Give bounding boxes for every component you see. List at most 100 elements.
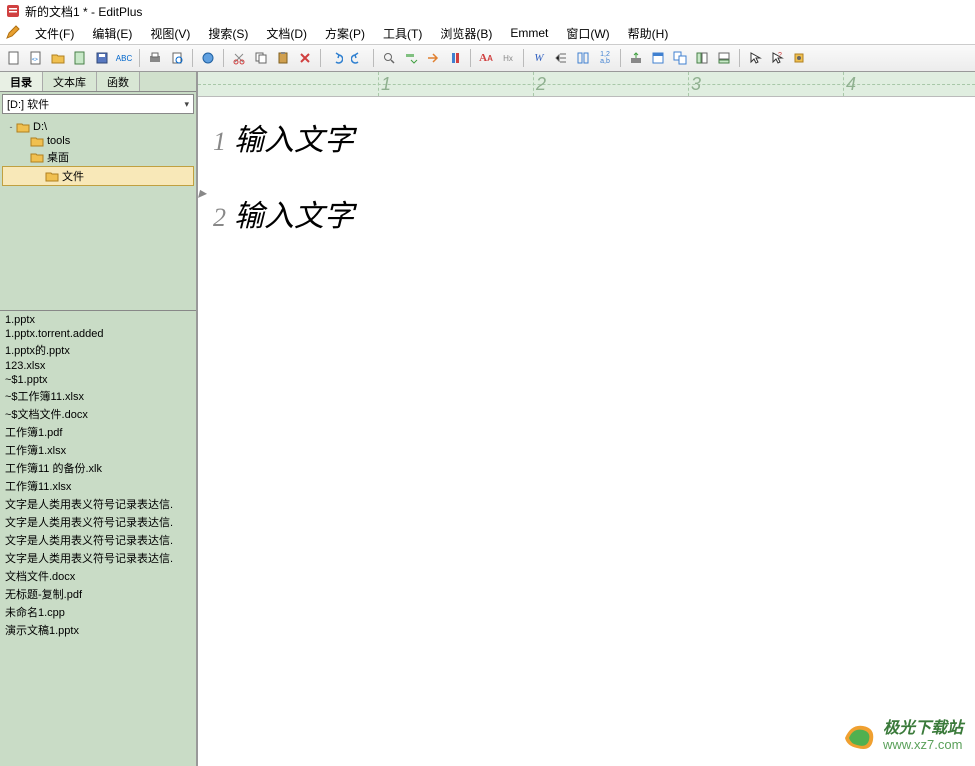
file-item[interactable]: 文字是人类用表义符号记录表达信. <box>2 495 194 513</box>
title-bar: 新的文档1 * - EditPlus <box>0 0 975 22</box>
file-list[interactable]: 1.pptx1.pptx.torrent.added1.pptx的.pptx12… <box>0 311 196 766</box>
line-text[interactable]: 输入文字 <box>234 191 354 235</box>
font-button[interactable]: AA <box>476 48 496 68</box>
menu-project[interactable]: 方案(P) <box>317 23 373 44</box>
editor-line[interactable]: 1输入文字 <box>198 115 975 159</box>
file-item[interactable]: 工作簿11 的备份.xlk <box>2 459 194 477</box>
file-item[interactable]: 无标题-复制.pdf <box>2 585 194 603</box>
file-item[interactable]: ~$文档文件.docx <box>2 405 194 423</box>
menu-view[interactable]: 视图(V) <box>142 23 198 44</box>
menu-emmet[interactable]: Emmet <box>502 24 556 42</box>
drive-selector[interactable]: [D:] 软件 ▾ <box>2 94 194 114</box>
ruler: 1 2 3 4 <box>198 72 975 97</box>
separator <box>739 49 740 67</box>
watermark: 极光下载站 www.xz7.com <box>841 718 963 754</box>
settings-button[interactable] <box>789 48 809 68</box>
tree-item[interactable]: 桌面 <box>2 148 194 166</box>
open-button[interactable] <box>48 48 68 68</box>
bookmark-button[interactable] <box>445 48 465 68</box>
tab-functions[interactable]: 函数 <box>97 72 140 91</box>
tree-item[interactable]: -D:\ <box>2 120 194 134</box>
print-button[interactable] <box>145 48 165 68</box>
new-button[interactable] <box>4 48 24 68</box>
file-item[interactable]: 1.pptx <box>2 313 194 327</box>
file-item[interactable]: ~$工作簿11.xlsx <box>2 387 194 405</box>
menu-browser[interactable]: 浏览器(B) <box>432 23 500 44</box>
file-item[interactable]: 文字是人类用表义符号记录表达信. <box>2 549 194 567</box>
file-item[interactable]: 1.pptx.torrent.added <box>2 327 194 341</box>
hex-button[interactable]: Hx <box>498 48 518 68</box>
menu-edit[interactable]: 编辑(E) <box>84 23 140 44</box>
menu-tool[interactable]: 工具(T) <box>375 23 430 44</box>
goto-button[interactable] <box>423 48 443 68</box>
tab-directory[interactable]: 目录 <box>0 72 43 91</box>
help-cursor-button[interactable]: ? <box>767 48 787 68</box>
delete-button[interactable] <box>295 48 315 68</box>
separator <box>620 49 621 67</box>
tree-item[interactable]: 文件 <box>2 166 194 186</box>
menu-search[interactable]: 搜索(S) <box>200 23 256 44</box>
save-button[interactable] <box>92 48 112 68</box>
svg-text:<>: <> <box>32 57 38 63</box>
separator <box>523 49 524 67</box>
file-item[interactable]: 未命名1.cpp <box>2 603 194 621</box>
file-item[interactable]: 文字是人类用表义符号记录表达信. <box>2 513 194 531</box>
ruler-mark: 3 <box>688 72 701 96</box>
folder-icon <box>30 135 44 147</box>
window2-button[interactable] <box>670 48 690 68</box>
file-item[interactable]: 工作簿1.pdf <box>2 423 194 441</box>
editor-area: 1234 1输入文字2输入文字▸ <box>198 72 975 766</box>
output-panel-button[interactable] <box>714 48 734 68</box>
pencil-icon <box>5 25 21 41</box>
file-item[interactable]: 演示文稿1.pptx <box>2 621 194 639</box>
chevron-down-icon: ▾ <box>184 99 189 110</box>
editor-body[interactable]: 1输入文字2输入文字▸ <box>198 97 975 766</box>
folder-tree[interactable]: -D:\tools桌面文件 <box>0 116 196 311</box>
file-item[interactable]: 1.pptx的.pptx <box>2 341 194 359</box>
spell-button[interactable]: ABC <box>114 48 134 68</box>
main-area: 目录 文本库 函数 [D:] 软件 ▾ -D:\tools桌面文件 1.pptx… <box>0 72 975 766</box>
editor-line[interactable]: 2输入文字 <box>198 191 975 235</box>
line-number: 1 <box>198 127 234 157</box>
undo-button[interactable] <box>326 48 346 68</box>
word-button[interactable]: W <box>529 48 549 68</box>
indent-button[interactable] <box>551 48 571 68</box>
syntax-button[interactable]: 1,2a,b <box>595 48 615 68</box>
redo-button[interactable] <box>348 48 368 68</box>
file-item[interactable]: 文字是人类用表义符号记录表达信. <box>2 531 194 549</box>
file-item[interactable]: 文档文件.docx <box>2 567 194 585</box>
find-button[interactable] <box>379 48 399 68</box>
separator <box>373 49 374 67</box>
cursor-button[interactable] <box>745 48 765 68</box>
tab-text-lib[interactable]: 文本库 <box>43 72 97 91</box>
find-next-button[interactable] <box>401 48 421 68</box>
menu-doc[interactable]: 文档(D) <box>258 23 315 44</box>
menu-file[interactable]: 文件(F) <box>27 23 82 44</box>
window1-button[interactable] <box>648 48 668 68</box>
sidebar-tabs: 目录 文本库 函数 <box>0 72 196 92</box>
separator <box>470 49 471 67</box>
tree-item-label: tools <box>47 135 70 147</box>
ruler-mark: 4 <box>843 72 856 96</box>
ruler-mark: 1 <box>378 72 391 96</box>
menu-help[interactable]: 帮助(H) <box>620 23 677 44</box>
file-item[interactable]: 工作簿1.xlsx <box>2 441 194 459</box>
copy-button[interactable] <box>251 48 271 68</box>
cut-button[interactable] <box>229 48 249 68</box>
ftp-upload-button[interactable] <box>626 48 646 68</box>
expand-toggle-icon[interactable]: - <box>6 122 16 132</box>
new-html-button[interactable]: <> <box>26 48 46 68</box>
browser-button[interactable] <box>198 48 218 68</box>
file-item[interactable]: 工作簿11.xlsx <box>2 477 194 495</box>
paste-button[interactable] <box>273 48 293 68</box>
file-item[interactable]: ~$1.pptx <box>2 373 194 387</box>
line-text[interactable]: 输入文字 <box>234 115 354 159</box>
dir-panel-button[interactable] <box>692 48 712 68</box>
template-button[interactable] <box>70 48 90 68</box>
menu-window[interactable]: 窗口(W) <box>558 23 617 44</box>
file-item[interactable]: 123.xlsx <box>2 359 194 373</box>
tree-item[interactable]: tools <box>2 134 194 148</box>
column-button[interactable] <box>573 48 593 68</box>
print-preview-button[interactable] <box>167 48 187 68</box>
ruler-mark: 2 <box>533 72 546 96</box>
